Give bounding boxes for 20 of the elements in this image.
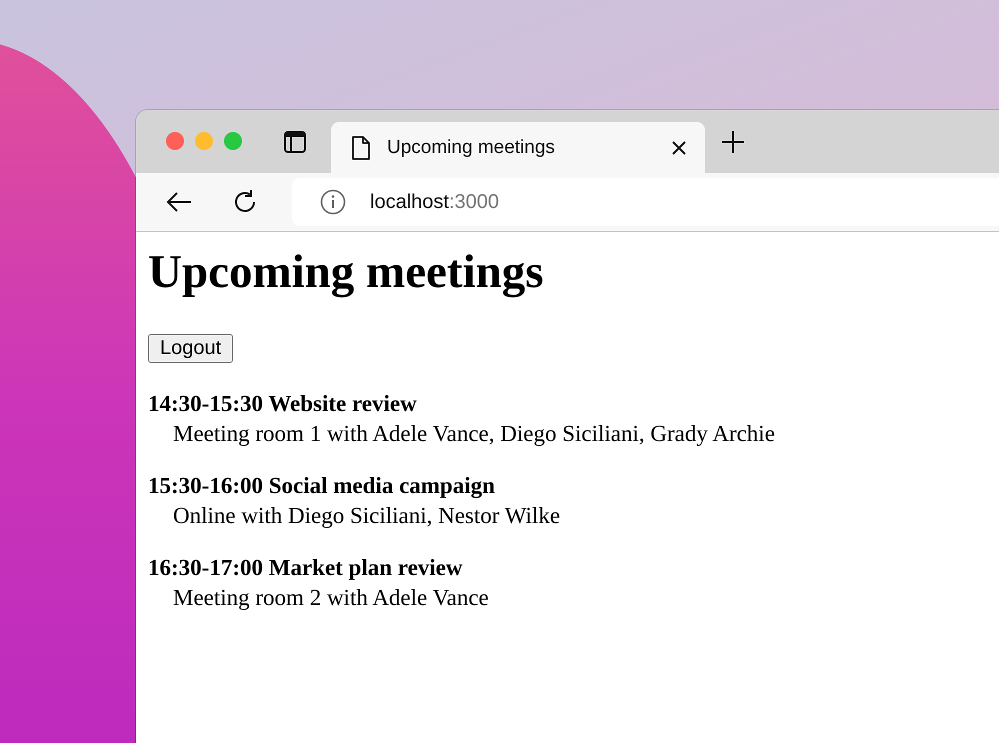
info-icon[interactable] (320, 189, 346, 215)
meeting-title: 14:30-15:30 Website review (148, 390, 418, 418)
logout-button[interactable]: Logout (148, 334, 234, 364)
url-host: localhost (370, 190, 449, 214)
meeting-details: Meeting room 1 with Adele Vance, Diego Siciliani, Grady Archie (172, 420, 776, 448)
page-heading: Upcoming meetings (148, 245, 545, 300)
document-icon (351, 134, 371, 160)
browser-tab[interactable]: Upcoming meetings (331, 122, 705, 173)
new-tab-icon[interactable] (721, 130, 745, 154)
meeting-details: Online with Diego Siciliani, Nestor Wilke (172, 502, 562, 530)
reload-icon[interactable] (232, 189, 258, 215)
meeting-details: Meeting room 2 with Adele Vance (172, 584, 490, 612)
back-arrow-icon[interactable] (166, 191, 192, 213)
tab-title: Upcoming meetings (387, 136, 556, 158)
sidebar-icon[interactable] (284, 130, 306, 152)
close-icon[interactable] (671, 140, 687, 156)
meeting-title: 16:30-17:00 Market plan review (148, 554, 464, 582)
meeting-title: 15:30-16:00 Social media campaign (148, 472, 496, 500)
address-field[interactable]: localhost:3000 (292, 178, 999, 226)
url-port: :3000 (448, 190, 499, 214)
